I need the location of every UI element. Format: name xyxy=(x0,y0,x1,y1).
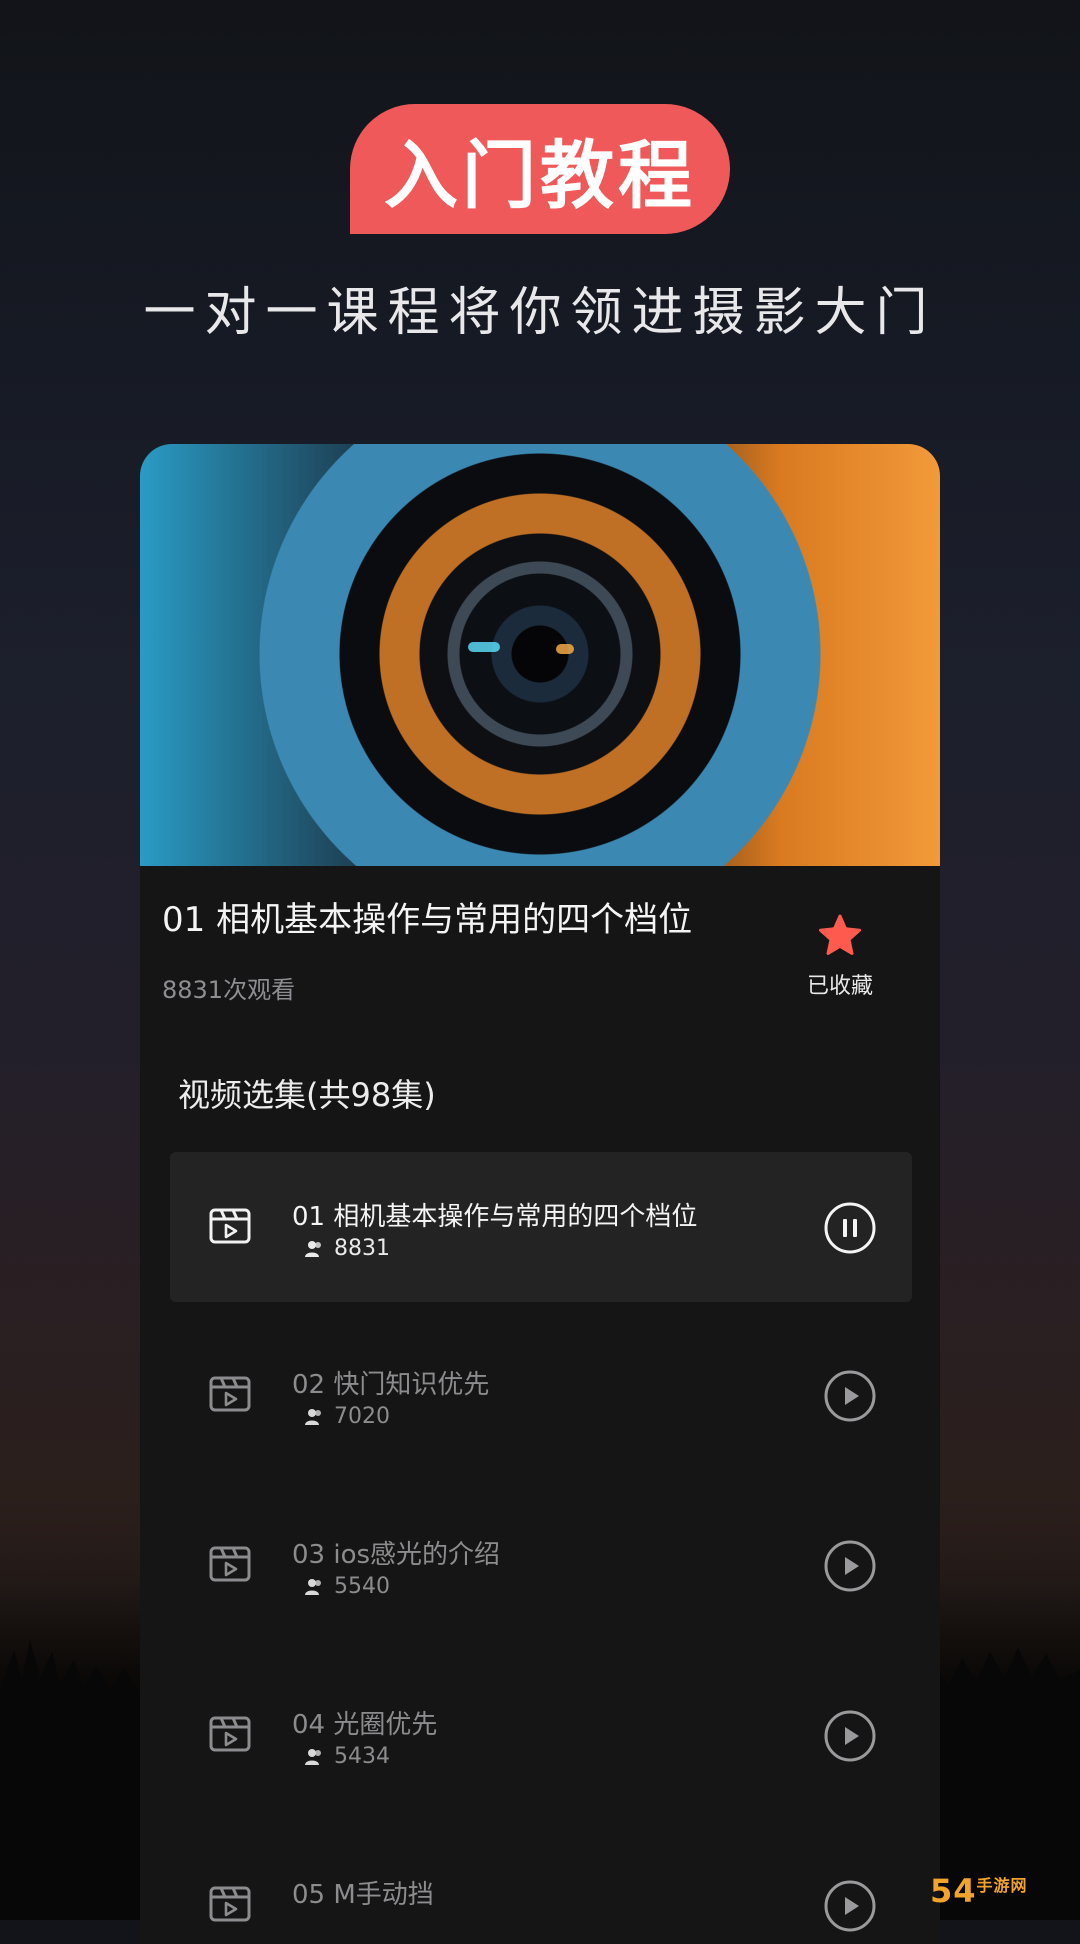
episode-view-count: 5434 xyxy=(334,1744,390,1769)
episode-title: 05 M手动挡 xyxy=(292,1880,434,1910)
course-view-count: 8831次观看 xyxy=(162,976,296,1004)
episode-view-count: 5540 xyxy=(334,1574,390,1599)
people-icon xyxy=(305,1748,321,1765)
video-clip-icon xyxy=(209,1546,251,1582)
people-icon xyxy=(305,1578,321,1595)
episode-view-count: 7020 xyxy=(334,1404,390,1429)
episode-row[interactable]: 02 快门知识优先 7020 xyxy=(170,1320,912,1470)
watermark-suffix: 手游网 xyxy=(976,1876,1028,1895)
episode-view-count: 8831 xyxy=(334,1236,390,1261)
episode-viewers: 8831 xyxy=(292,1236,390,1261)
hero-badge: 入门教程 xyxy=(350,104,730,234)
lens-highlight xyxy=(556,644,574,654)
episode-viewers: 7020 xyxy=(292,1404,390,1429)
episode-section-title: 视频选集(共98集) xyxy=(178,1076,436,1114)
course-cover-image[interactable] xyxy=(140,444,940,866)
episode-row[interactable]: 04 光圈优先 5434 xyxy=(170,1660,912,1810)
watermark-number: 54 xyxy=(930,1872,977,1910)
star-icon xyxy=(819,914,861,955)
people-icon xyxy=(305,1240,321,1257)
video-clip-icon xyxy=(209,1376,251,1412)
episode-row[interactable]: 01 相机基本操作与常用的四个档位 8831 xyxy=(170,1152,912,1302)
episode-row[interactable]: 05 M手动挡 xyxy=(170,1830,912,1944)
episode-row[interactable]: 03 ios感光的介绍 5540 xyxy=(170,1490,912,1640)
play-icon[interactable] xyxy=(824,1370,876,1422)
lens-highlight xyxy=(468,642,500,652)
site-watermark: 54手游网 xyxy=(930,1872,1028,1910)
people-icon xyxy=(305,1408,321,1425)
episode-viewers: 5434 xyxy=(292,1744,390,1769)
episode-title: 03 ios感光的介绍 xyxy=(292,1540,501,1570)
episode-title: 02 快门知识优先 xyxy=(292,1370,490,1400)
favorite-label: 已收藏 xyxy=(806,974,873,999)
episode-title: 01 相机基本操作与常用的四个档位 xyxy=(292,1202,698,1232)
play-icon[interactable] xyxy=(824,1710,876,1762)
episode-viewers: 5540 xyxy=(292,1574,390,1599)
favorite-button[interactable]: 已收藏 xyxy=(800,912,880,1000)
play-icon[interactable] xyxy=(824,1880,876,1932)
play-icon[interactable] xyxy=(824,1540,876,1592)
video-clip-icon xyxy=(209,1716,251,1752)
course-title: 01 相机基本操作与常用的四个档位 xyxy=(162,900,693,940)
hero-subtitle: 一对一课程将你领进摄影大门 xyxy=(143,283,937,343)
video-clip-icon xyxy=(209,1886,251,1922)
video-clip-icon xyxy=(209,1208,251,1244)
pause-icon[interactable] xyxy=(824,1202,876,1254)
course-card: 01 相机基本操作与常用的四个档位 8831次观看 已收藏 视频选集(共98集)… xyxy=(140,444,940,1944)
episode-title: 04 光圈优先 xyxy=(292,1710,438,1740)
